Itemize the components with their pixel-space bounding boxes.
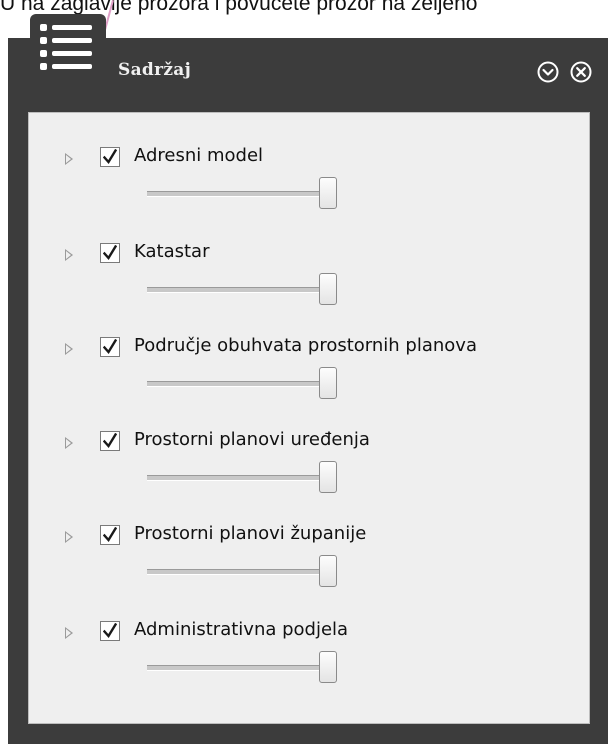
expand-triangle-icon[interactable] (65, 249, 73, 261)
page: U na zaglavlje prozora i povučete prozor… (0, 0, 608, 744)
layer-visibility-checkbox[interactable] (100, 621, 120, 641)
slider-thumb[interactable] (319, 367, 337, 399)
close-circle-icon (570, 61, 592, 83)
layer-label: Područje obuhvata prostornih planova (134, 335, 477, 356)
layer-list: Adresni model Katastar Područje obuhvata… (28, 112, 590, 724)
expand-triangle-icon[interactable] (65, 531, 73, 543)
slider-thumb[interactable] (319, 461, 337, 493)
slider-track (147, 287, 328, 293)
expand-triangle-icon[interactable] (65, 437, 73, 449)
layer-item: Područje obuhvata prostornih planova (29, 335, 589, 417)
menu-button[interactable] (30, 14, 106, 84)
slider-thumb[interactable] (319, 651, 337, 683)
slider-track (147, 475, 328, 481)
checkmark-icon (103, 245, 117, 261)
slider-thumb[interactable] (319, 273, 337, 305)
layer-label: Prostorni planovi uređenja (134, 429, 370, 450)
layer-label: Administrativna podjela (134, 619, 349, 640)
checkmark-icon (103, 149, 117, 165)
slider-track (147, 665, 328, 671)
expand-triangle-icon[interactable] (65, 343, 73, 355)
checkmark-icon (103, 623, 117, 639)
panel-header[interactable]: Sadržaj (8, 14, 608, 112)
close-button[interactable] (569, 60, 593, 84)
chevron-down-circle-icon (537, 61, 559, 83)
checkmark-icon (103, 339, 117, 355)
opacity-slider[interactable] (147, 367, 337, 401)
opacity-slider[interactable] (147, 177, 337, 211)
layer-visibility-checkbox[interactable] (100, 337, 120, 357)
layer-visibility-checkbox[interactable] (100, 525, 120, 545)
layer-item: Prostorni planovi županije (29, 523, 589, 605)
opacity-slider[interactable] (147, 555, 337, 589)
layer-label: Adresni model (134, 145, 264, 166)
checkmark-icon (103, 433, 117, 449)
slider-track (147, 191, 328, 197)
slider-track (147, 569, 328, 575)
layer-label: Katastar (134, 241, 210, 262)
layer-visibility-checkbox[interactable] (100, 431, 120, 451)
layer-item: Administrativna podjela (29, 619, 589, 701)
slider-thumb[interactable] (319, 177, 337, 209)
opacity-slider[interactable] (147, 273, 337, 307)
opacity-slider[interactable] (147, 461, 337, 495)
list-icon (40, 24, 92, 70)
layer-item: Prostorni planovi uređenja (29, 429, 589, 511)
expand-triangle-icon[interactable] (65, 627, 73, 639)
opacity-slider[interactable] (147, 651, 337, 685)
collapse-button[interactable] (536, 60, 560, 84)
layer-item: Adresni model (29, 145, 589, 227)
layer-label: Prostorni planovi županije (134, 523, 367, 544)
layer-visibility-checkbox[interactable] (100, 243, 120, 263)
layer-item: Katastar (29, 241, 589, 323)
panel-title: Sadržaj (118, 60, 192, 80)
slider-thumb[interactable] (319, 555, 337, 587)
contents-panel: Sadržaj Adresni model Katastar Područje … (8, 14, 608, 744)
checkmark-icon (103, 527, 117, 543)
expand-triangle-icon[interactable] (65, 153, 73, 165)
slider-track (147, 381, 328, 387)
layer-visibility-checkbox[interactable] (100, 147, 120, 167)
